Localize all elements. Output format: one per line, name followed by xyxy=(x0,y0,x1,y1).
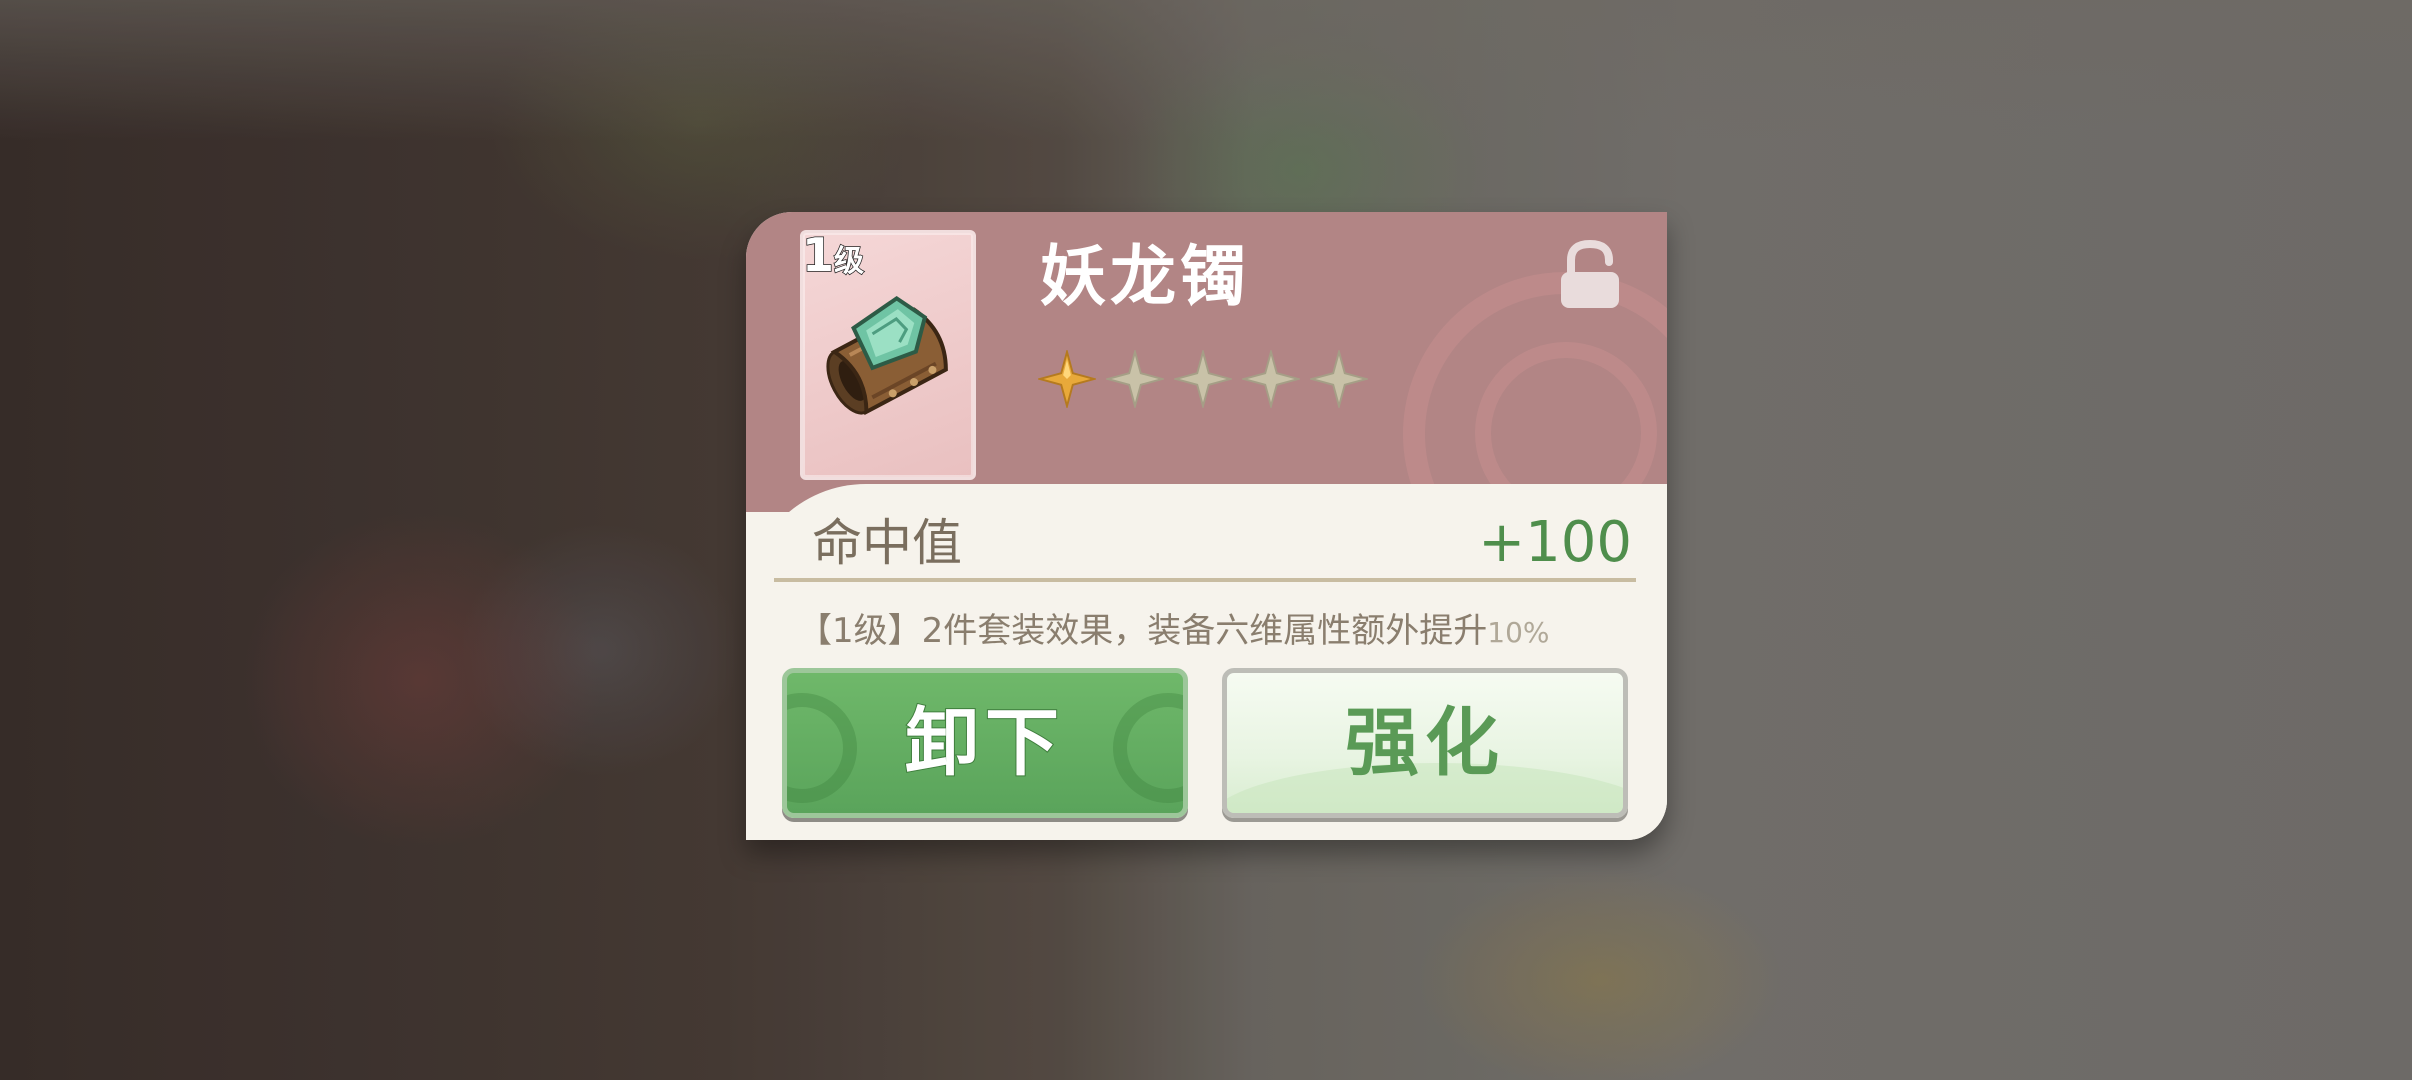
bracelet-icon xyxy=(826,295,948,416)
button-decoration xyxy=(787,693,857,803)
stat-row: 命中值 +100 xyxy=(812,508,1632,578)
star-filled-icon xyxy=(1038,350,1096,408)
stat-divider xyxy=(774,578,1636,582)
enhance-button-label: 强化 xyxy=(1345,700,1505,786)
rarity-stars xyxy=(1038,350,1368,408)
set-effect-text: 【1级】2件套装效果，装备六维属性额外提升 xyxy=(798,611,1488,651)
star-empty-icon xyxy=(1242,350,1300,408)
equipment-detail-card: 1 级 妖龙镯 命中值 +100 【1级】2件套装效果，装备六维属性额外提升10… xyxy=(746,212,1667,840)
star-empty-icon xyxy=(1174,350,1232,408)
button-decoration xyxy=(1113,693,1183,803)
item-level-badge: 1 级 xyxy=(801,228,865,282)
unequip-button-label: 卸下 xyxy=(904,700,1065,786)
item-level-number: 1 xyxy=(801,228,835,282)
unlock-icon[interactable] xyxy=(1557,240,1623,310)
star-empty-icon xyxy=(1310,350,1368,408)
item-level-unit: 级 xyxy=(833,244,865,279)
enhance-button[interactable]: 强化 xyxy=(1222,668,1628,818)
stat-value: +100 xyxy=(1478,510,1632,575)
star-empty-icon xyxy=(1106,350,1164,408)
unequip-button[interactable]: 卸下 xyxy=(782,668,1188,818)
item-name: 妖龙镯 xyxy=(1040,238,1250,315)
set-effect-description: 【1级】2件套装效果，装备六维属性额外提升10% xyxy=(798,608,1550,656)
stat-label: 命中值 xyxy=(812,514,962,572)
set-effect-percent: 10% xyxy=(1487,616,1550,649)
